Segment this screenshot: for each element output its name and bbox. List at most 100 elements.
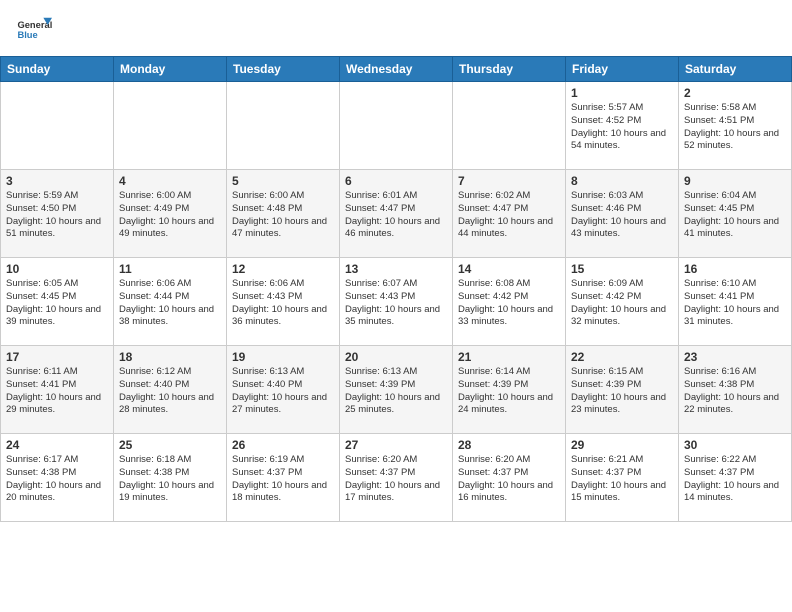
week-row-4: 17Sunrise: 6:11 AM Sunset: 4:41 PM Dayli… (1, 346, 792, 434)
calendar-cell: 13 Sunrise: 6:07 AM Sunset: 4:43 PM Dayli… (340, 258, 453, 346)
day-info: Sunrise: 6:18 AM Sunset: 4:38 PM Dayligh… (119, 454, 221, 505)
day-number: 10 (6, 262, 108, 276)
day-info: Sunrise: 6:10 AM Sunset: 4:41 PM Dayligh… (684, 278, 786, 329)
day-number: 1 (571, 86, 673, 100)
day-info: Sunrise: 6:12 AM Sunset: 4:40 PM Dayligh… (119, 366, 221, 417)
day-number: 26 (232, 438, 334, 452)
day-info: Sunrise: 6:21 AM Sunset: 4:37 PM Dayligh… (571, 454, 673, 505)
day-info: Sunrise: 6:01 AM Sunset: 4:47 PM Dayligh… (345, 190, 447, 241)
day-info: Sunrise: 6:15 AM Sunset: 4:39 PM Dayligh… (571, 366, 673, 417)
calendar-cell: 28 Sunrise: 6:20 AM Sunset: 4:37 PM Dayli… (453, 434, 566, 522)
day-info: Sunrise: 6:06 AM Sunset: 4:44 PM Dayligh… (119, 278, 221, 329)
calendar-cell: 27Sunrise: 6:20 AM Sunset: 4:37 PM Dayli… (340, 434, 453, 522)
day-number: 29 (571, 438, 673, 452)
week-row-1: 1 Sunrise: 5:57 AM Sunset: 4:52 PM Daylig… (1, 82, 792, 170)
calendar-cell (114, 82, 227, 170)
weekday-row: SundayMondayTuesdayWednesdayThursdayFrid… (1, 57, 792, 82)
day-number: 5 (232, 174, 334, 188)
calendar-cell: 3 Sunrise: 5:59 AM Sunset: 4:50 PM Daylig… (1, 170, 114, 258)
day-info: Sunrise: 6:13 AM Sunset: 4:39 PM Dayligh… (345, 366, 447, 417)
weekday-header-saturday: Saturday (679, 57, 792, 82)
day-info: Sunrise: 6:20 AM Sunset: 4:37 PM Dayligh… (458, 454, 560, 505)
calendar-cell: 24 Sunrise: 6:17 AM Sunset: 4:38 PM Dayli… (1, 434, 114, 522)
day-info: Sunrise: 6:16 AM Sunset: 4:38 PM Dayligh… (684, 366, 786, 417)
header: General Blue (0, 0, 792, 56)
day-number: 12 (232, 262, 334, 276)
day-number: 27 (345, 438, 447, 452)
calendar-cell: 30Sunrise: 6:22 AM Sunset: 4:37 PM Dayli… (679, 434, 792, 522)
calendar-cell: 18 Sunrise: 6:12 AM Sunset: 4:40 PM Dayli… (114, 346, 227, 434)
day-number: 28 (458, 438, 560, 452)
day-info: Sunrise: 6:03 AM Sunset: 4:46 PM Dayligh… (571, 190, 673, 241)
calendar-cell: 2 Sunrise: 5:58 AM Sunset: 4:51 PM Daylig… (679, 82, 792, 170)
day-number: 16 (684, 262, 786, 276)
day-number: 22 (571, 350, 673, 364)
day-info: Sunrise: 5:57 AM Sunset: 4:52 PM Dayligh… (571, 102, 673, 153)
weekday-header-tuesday: Tuesday (227, 57, 340, 82)
day-info: Sunrise: 5:58 AM Sunset: 4:51 PM Dayligh… (684, 102, 786, 153)
day-info: Sunrise: 6:02 AM Sunset: 4:47 PM Dayligh… (458, 190, 560, 241)
day-number: 4 (119, 174, 221, 188)
calendar-cell (1, 82, 114, 170)
calendar-cell: 7Sunrise: 6:02 AM Sunset: 4:47 PM Daylig… (453, 170, 566, 258)
calendar-cell: 26 Sunrise: 6:19 AM Sunset: 4:37 PM Dayli… (227, 434, 340, 522)
calendar-cell: 25Sunrise: 6:18 AM Sunset: 4:38 PM Dayli… (114, 434, 227, 522)
weekday-header-thursday: Thursday (453, 57, 566, 82)
day-number: 19 (232, 350, 334, 364)
calendar-cell: 15 Sunrise: 6:09 AM Sunset: 4:42 PM Dayli… (566, 258, 679, 346)
svg-text:Blue: Blue (17, 30, 37, 40)
weekday-header-monday: Monday (114, 57, 227, 82)
calendar-cell: 14 Sunrise: 6:08 AM Sunset: 4:42 PM Dayli… (453, 258, 566, 346)
calendar-cell: 6 Sunrise: 6:01 AM Sunset: 4:47 PM Daylig… (340, 170, 453, 258)
day-info: Sunrise: 6:14 AM Sunset: 4:39 PM Dayligh… (458, 366, 560, 417)
calendar-cell: 23 Sunrise: 6:16 AM Sunset: 4:38 PM Dayli… (679, 346, 792, 434)
calendar-cell: 11 Sunrise: 6:06 AM Sunset: 4:44 PM Dayli… (114, 258, 227, 346)
weekday-header-sunday: Sunday (1, 57, 114, 82)
day-number: 13 (345, 262, 447, 276)
logo: General Blue (16, 12, 52, 48)
calendar: SundayMondayTuesdayWednesdayThursdayFrid… (0, 56, 792, 522)
calendar-cell: 10 Sunrise: 6:05 AM Sunset: 4:45 PM Dayli… (1, 258, 114, 346)
day-number: 3 (6, 174, 108, 188)
day-info: Sunrise: 6:00 AM Sunset: 4:48 PM Dayligh… (232, 190, 334, 241)
calendar-cell: 5 Sunrise: 6:00 AM Sunset: 4:48 PM Daylig… (227, 170, 340, 258)
calendar-cell: 22 Sunrise: 6:15 AM Sunset: 4:39 PM Dayli… (566, 346, 679, 434)
day-number: 2 (684, 86, 786, 100)
calendar-cell: 1 Sunrise: 5:57 AM Sunset: 4:52 PM Daylig… (566, 82, 679, 170)
week-row-3: 10 Sunrise: 6:05 AM Sunset: 4:45 PM Dayli… (1, 258, 792, 346)
week-row-2: 3 Sunrise: 5:59 AM Sunset: 4:50 PM Daylig… (1, 170, 792, 258)
day-number: 15 (571, 262, 673, 276)
day-info: Sunrise: 6:07 AM Sunset: 4:43 PM Dayligh… (345, 278, 447, 329)
day-info: Sunrise: 6:05 AM Sunset: 4:45 PM Dayligh… (6, 278, 108, 329)
day-number: 18 (119, 350, 221, 364)
day-info: Sunrise: 6:00 AM Sunset: 4:49 PM Dayligh… (119, 190, 221, 241)
calendar-cell (227, 82, 340, 170)
day-info: Sunrise: 5:59 AM Sunset: 4:50 PM Dayligh… (6, 190, 108, 241)
calendar-cell: 29 Sunrise: 6:21 AM Sunset: 4:37 PM Dayli… (566, 434, 679, 522)
calendar-cell: 4 Sunrise: 6:00 AM Sunset: 4:49 PM Daylig… (114, 170, 227, 258)
calendar-cell: 21 Sunrise: 6:14 AM Sunset: 4:39 PM Dayli… (453, 346, 566, 434)
day-number: 6 (345, 174, 447, 188)
calendar-cell: 20Sunrise: 6:13 AM Sunset: 4:39 PM Dayli… (340, 346, 453, 434)
day-number: 24 (6, 438, 108, 452)
day-number: 14 (458, 262, 560, 276)
day-number: 9 (684, 174, 786, 188)
day-info: Sunrise: 6:04 AM Sunset: 4:45 PM Dayligh… (684, 190, 786, 241)
day-number: 23 (684, 350, 786, 364)
day-info: Sunrise: 6:08 AM Sunset: 4:42 PM Dayligh… (458, 278, 560, 329)
calendar-cell (340, 82, 453, 170)
day-info: Sunrise: 6:19 AM Sunset: 4:37 PM Dayligh… (232, 454, 334, 505)
day-info: Sunrise: 6:17 AM Sunset: 4:38 PM Dayligh… (6, 454, 108, 505)
day-number: 11 (119, 262, 221, 276)
day-info: Sunrise: 6:09 AM Sunset: 4:42 PM Dayligh… (571, 278, 673, 329)
calendar-cell: 8 Sunrise: 6:03 AM Sunset: 4:46 PM Daylig… (566, 170, 679, 258)
day-number: 8 (571, 174, 673, 188)
calendar-cell: 16 Sunrise: 6:10 AM Sunset: 4:41 PM Dayli… (679, 258, 792, 346)
day-info: Sunrise: 6:11 AM Sunset: 4:41 PM Dayligh… (6, 366, 108, 417)
weekday-header-wednesday: Wednesday (340, 57, 453, 82)
calendar-cell: 12 Sunrise: 6:06 AM Sunset: 4:43 PM Dayli… (227, 258, 340, 346)
day-info: Sunrise: 6:06 AM Sunset: 4:43 PM Dayligh… (232, 278, 334, 329)
calendar-cell: 9 Sunrise: 6:04 AM Sunset: 4:45 PM Daylig… (679, 170, 792, 258)
calendar-body: 1 Sunrise: 5:57 AM Sunset: 4:52 PM Daylig… (1, 82, 792, 522)
day-number: 21 (458, 350, 560, 364)
